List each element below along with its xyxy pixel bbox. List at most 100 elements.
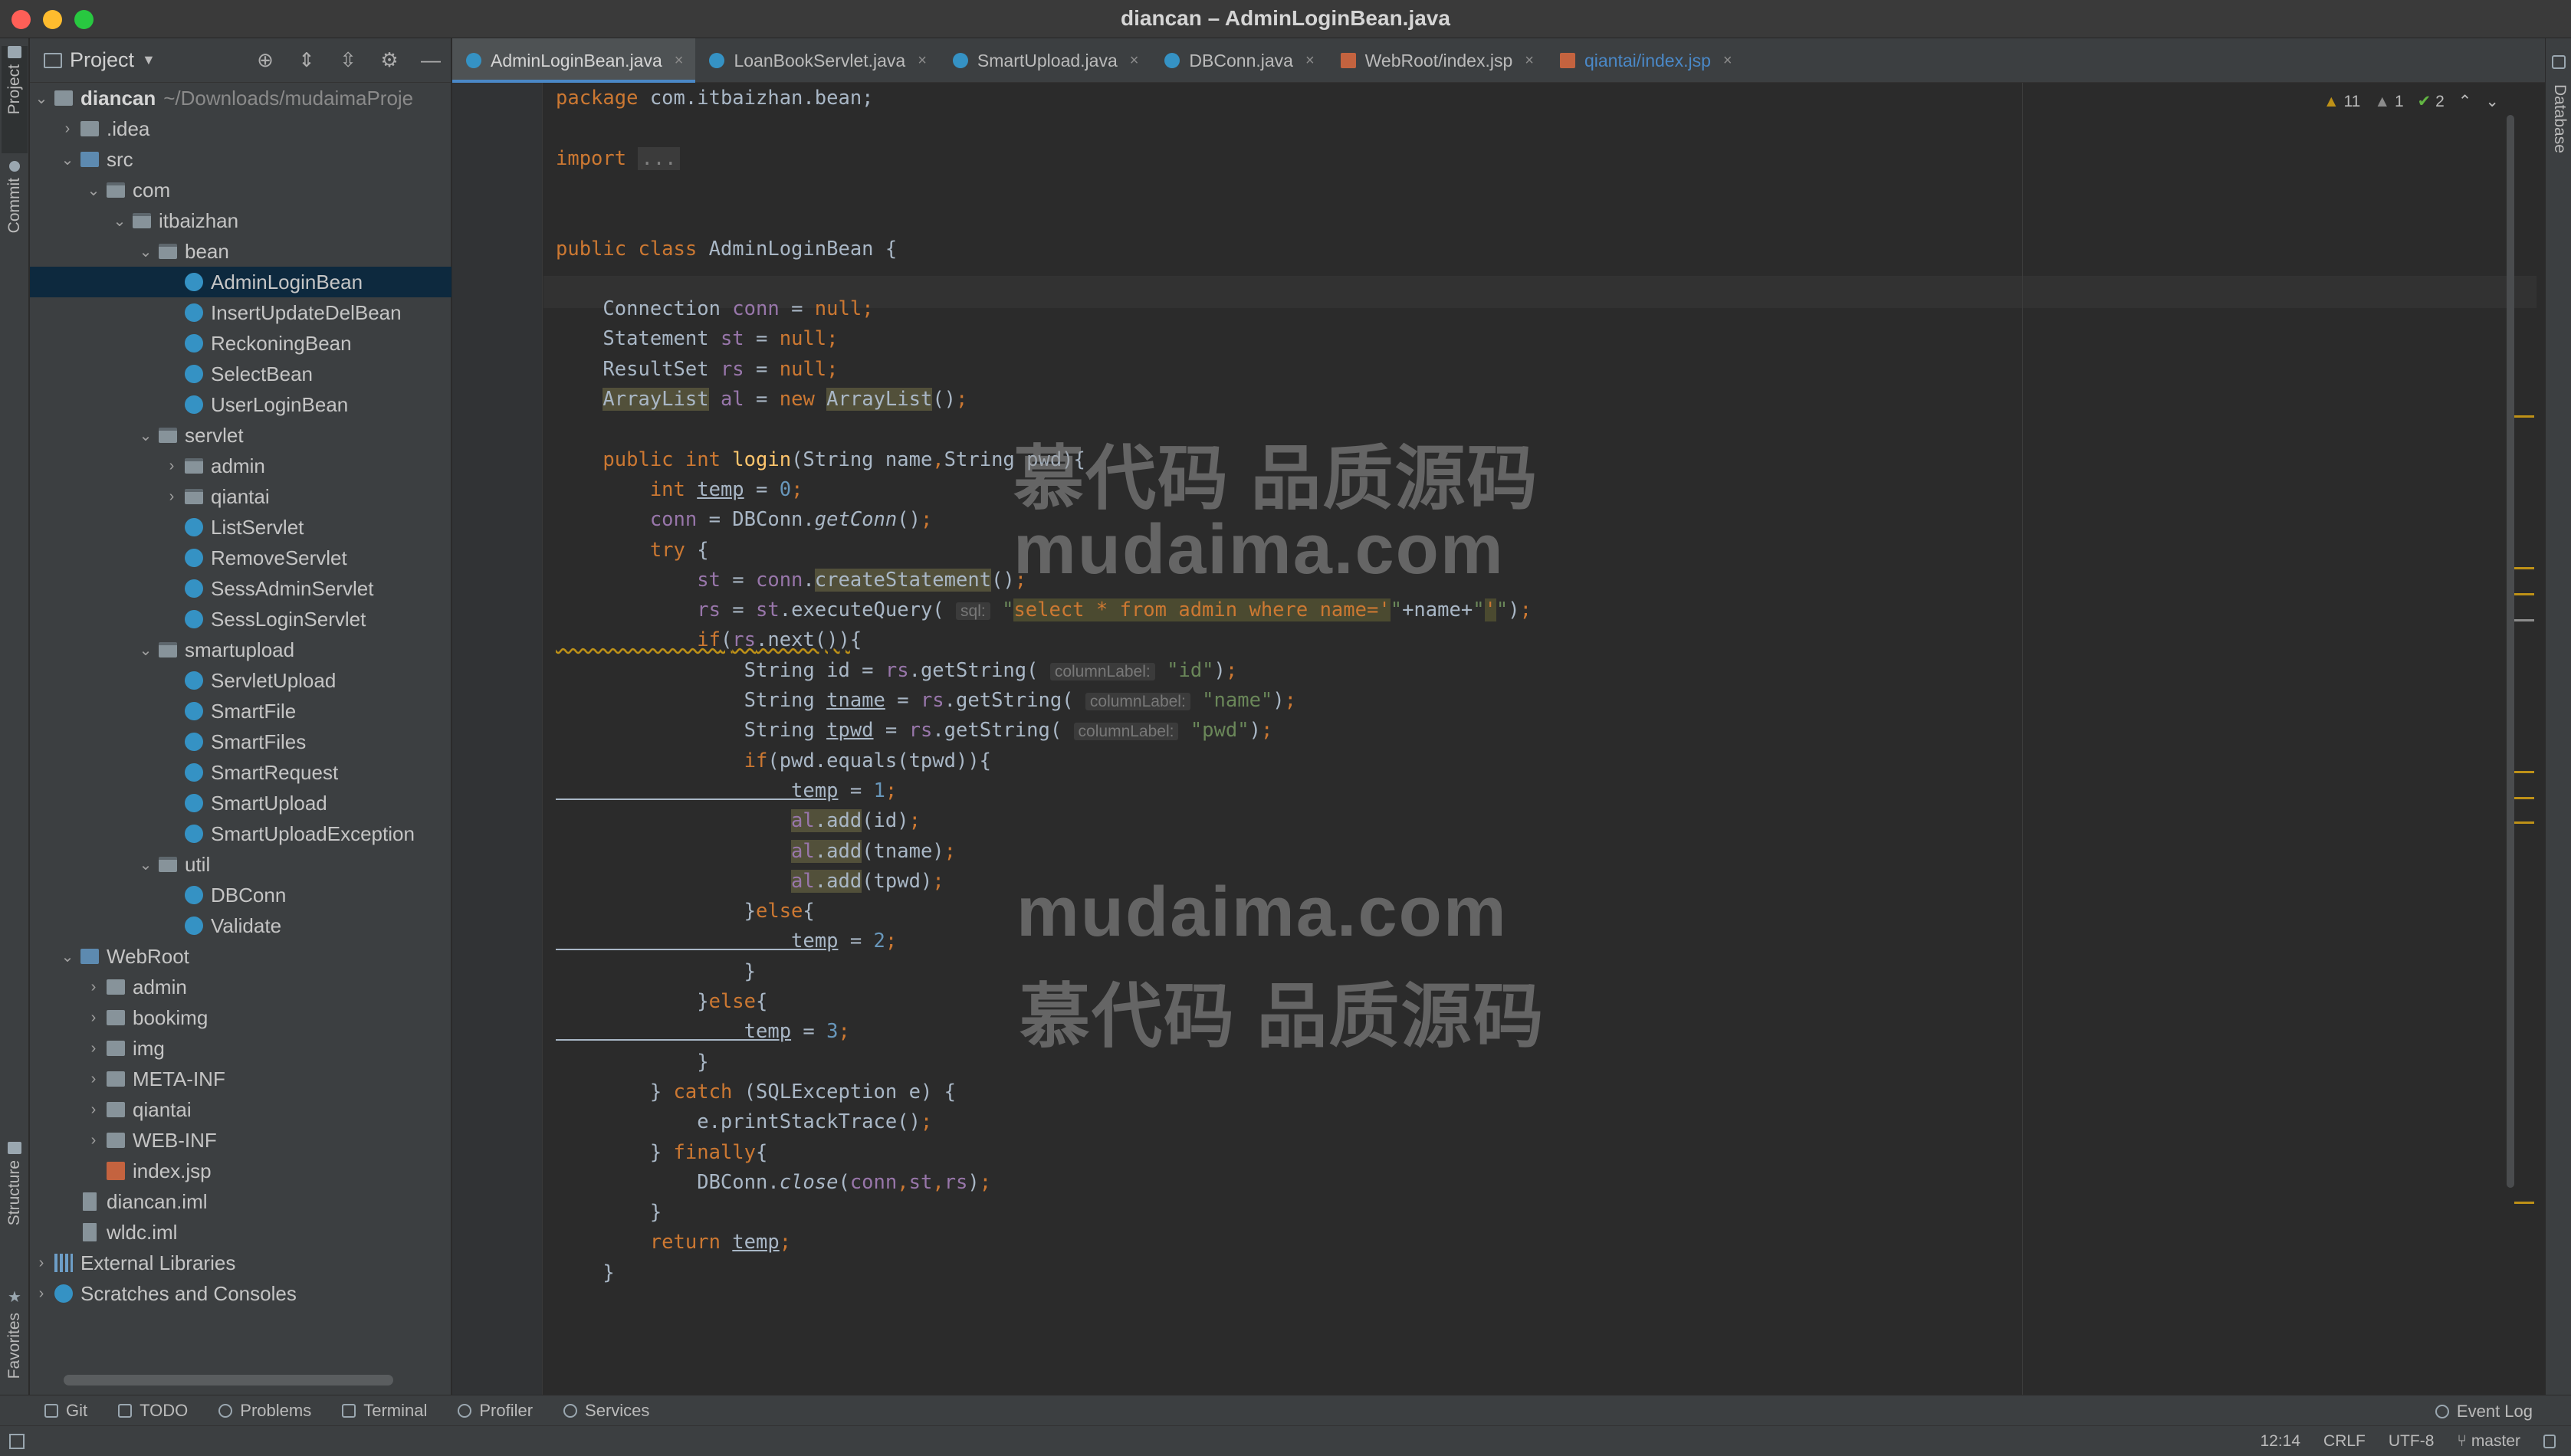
tree-item[interactable]: › admin xyxy=(30,972,451,1002)
code-line[interactable]: 13 xyxy=(543,263,2537,295)
editor-tab[interactable]: AdminLoginBean.java × xyxy=(452,38,696,83)
tree-item[interactable]: › img xyxy=(30,1033,451,1064)
chevron-right-icon[interactable]: › xyxy=(59,120,76,138)
code-line[interactable]: 31 al.add(id); xyxy=(543,805,2537,837)
chevron-down-icon[interactable]: ⌄ xyxy=(85,181,102,200)
tree-item[interactable]: › qiantai xyxy=(30,481,451,512)
warning-marker[interactable] xyxy=(2514,1202,2534,1204)
code-line[interactable]: 32 al.add(tname); xyxy=(543,835,2537,867)
tree-item[interactable]: SmartFile xyxy=(30,696,451,726)
tool-window-button-services[interactable]: Services xyxy=(563,1401,649,1421)
previous-highlight-icon[interactable]: ⌃ xyxy=(2458,92,2472,111)
editor-tab[interactable]: WebRoot/index.jsp × xyxy=(1327,38,1546,83)
tree-item[interactable]: › bookimg xyxy=(30,1002,451,1033)
warning-marker[interactable] xyxy=(2514,821,2534,824)
tree-item[interactable]: SessAdminServlet xyxy=(30,573,451,604)
code-line[interactable]: 3import ... xyxy=(543,143,2537,175)
close-icon[interactable]: × xyxy=(1305,52,1315,70)
close-icon[interactable]: × xyxy=(1723,52,1732,70)
tree-item[interactable]: SmartUpload xyxy=(30,788,451,818)
close-icon[interactable]: × xyxy=(675,52,684,70)
tree-item[interactable]: › External Libraries xyxy=(30,1248,451,1278)
chevron-right-icon[interactable]: › xyxy=(33,1254,50,1272)
code-line[interactable]: 21 conn = DBConn.getConn(); xyxy=(543,503,2537,536)
toggle-tool-windows-icon[interactable] xyxy=(9,1434,25,1449)
event-log-button[interactable]: Event Log xyxy=(2435,1402,2533,1422)
code-line[interactable]: 28 String tpwd = rs.getString( columnLab… xyxy=(543,714,2537,746)
weak-warning-marker[interactable] xyxy=(2514,619,2534,621)
tree-item[interactable]: ⌄ bean xyxy=(30,236,451,267)
tree-item[interactable]: wldc.iml xyxy=(30,1217,451,1248)
expand-all-icon[interactable]: ⇕ xyxy=(294,48,319,72)
tree-item[interactable]: ⌄ servlet xyxy=(30,420,451,451)
editor-tab[interactable]: DBConn.java × xyxy=(1151,38,1326,83)
code-line[interactable]: 44 } xyxy=(543,1196,2537,1228)
code-line[interactable]: 1package com.itbaizhan.bean; xyxy=(543,83,2537,114)
tree-item[interactable]: ReckoningBean xyxy=(30,328,451,359)
chevron-down-icon[interactable]: ⌄ xyxy=(33,89,50,108)
tree-item[interactable]: › Scratches and Consoles xyxy=(30,1278,451,1309)
weak-warning-count[interactable]: ▲ 1 xyxy=(2374,93,2403,111)
collapse-all-icon[interactable]: ⇳ xyxy=(336,48,360,72)
code-line[interactable]: 35 temp = 2; xyxy=(543,925,2537,957)
tree-item[interactable]: › WEB-INF xyxy=(30,1125,451,1156)
line-separator[interactable]: CRLF xyxy=(2323,1432,2366,1451)
code-line[interactable]: 14 Connection conn = null; xyxy=(543,293,2537,325)
inspection-widget[interactable]: ▲ 11 ▲ 1 ✔ 2 ⌃ ⌄ xyxy=(2323,92,2499,111)
chevron-down-icon[interactable]: ⌄ xyxy=(111,212,128,231)
code-line[interactable]: 19 public int login(String name,String p… xyxy=(543,444,2537,476)
tree-item[interactable]: SmartUploadException xyxy=(30,818,451,849)
tool-window-button-profiler[interactable]: Profiler xyxy=(458,1401,533,1421)
tree-item[interactable]: InsertUpdateDelBean xyxy=(30,297,451,328)
chevron-down-icon[interactable]: ⌄ xyxy=(137,641,154,660)
tree-item[interactable]: › .idea xyxy=(30,113,451,144)
tree-item[interactable]: ⌄ util xyxy=(30,849,451,880)
chevron-down-icon[interactable]: ⌄ xyxy=(59,947,76,966)
editor-tab[interactable]: SmartUpload.java × xyxy=(939,38,1151,83)
chevron-right-icon[interactable]: › xyxy=(85,979,102,996)
tree-item[interactable]: ⌄ smartupload xyxy=(30,635,451,665)
tree-item[interactable]: SmartRequest xyxy=(30,757,451,788)
code-line[interactable]: 17 ArrayList al = new ArrayList(); xyxy=(543,383,2537,415)
tree-item[interactable]: SmartFiles xyxy=(30,726,451,757)
chevron-right-icon[interactable]: › xyxy=(85,1101,102,1119)
code-line[interactable]: 23 st = conn.createStatement(); xyxy=(543,564,2537,596)
tree-item[interactable]: index.jsp xyxy=(30,1156,451,1186)
tree-item[interactable]: ⌄ WebRoot xyxy=(30,941,451,972)
tree-item[interactable]: › qiantai xyxy=(30,1094,451,1125)
warning-marker[interactable] xyxy=(2514,567,2534,569)
tool-window-button-git[interactable]: Git xyxy=(44,1401,87,1421)
ok-count[interactable]: ✔ 2 xyxy=(2418,92,2445,111)
editor-tab[interactable]: qiantai/index.jsp × xyxy=(1546,38,1745,83)
file-encoding[interactable]: UTF-8 xyxy=(2389,1432,2435,1451)
hide-panel-icon[interactable]: — xyxy=(419,48,443,72)
code-line[interactable]: 42 } finally{ xyxy=(543,1136,2537,1169)
code-line[interactable]: 47 xyxy=(543,1287,2537,1319)
code-line[interactable]: 30 temp = 1; xyxy=(543,775,2537,807)
code-line[interactable]: 26 String id = rs.getString( columnLabel… xyxy=(543,654,2537,687)
code-line[interactable]: 11 xyxy=(543,202,2537,234)
favorites-tool-tab[interactable]: ★ Favorites xyxy=(2,1287,28,1395)
gear-icon[interactable]: ⚙ xyxy=(377,48,402,72)
database-tool-tab[interactable]: Database xyxy=(2550,84,2569,153)
tree-item[interactable]: AdminLoginBean xyxy=(30,267,451,297)
chevron-down-icon[interactable]: ⌄ xyxy=(137,855,154,874)
code-line[interactable]: 46 } xyxy=(543,1257,2537,1289)
tree-item[interactable]: DBConn xyxy=(30,880,451,910)
tree-item[interactable]: › META-INF xyxy=(30,1064,451,1094)
horizontal-scrollbar[interactable] xyxy=(64,1375,393,1385)
code-line[interactable]: 20 int temp = 0; xyxy=(543,474,2537,506)
chevron-right-icon[interactable]: › xyxy=(33,1285,50,1303)
code-line[interactable]: 16 ResultSet rs = null; xyxy=(543,353,2537,385)
tree-item[interactable]: › admin xyxy=(30,451,451,481)
tree-item[interactable]: SelectBean xyxy=(30,359,451,389)
code-line[interactable]: 12public class AdminLoginBean { xyxy=(543,233,2537,265)
warning-marker[interactable] xyxy=(2514,771,2534,773)
tree-item[interactable]: SessLoginServlet xyxy=(30,604,451,635)
warning-marker[interactable] xyxy=(2514,797,2534,799)
code-line[interactable]: 24 rs = st.executeQuery( sql: "select * … xyxy=(543,594,2537,626)
caret-position[interactable]: 12:14 xyxy=(2260,1432,2300,1451)
close-icon[interactable]: × xyxy=(918,52,927,70)
warning-marker[interactable] xyxy=(2514,415,2534,418)
tree-item[interactable]: RemoveServlet xyxy=(30,543,451,573)
